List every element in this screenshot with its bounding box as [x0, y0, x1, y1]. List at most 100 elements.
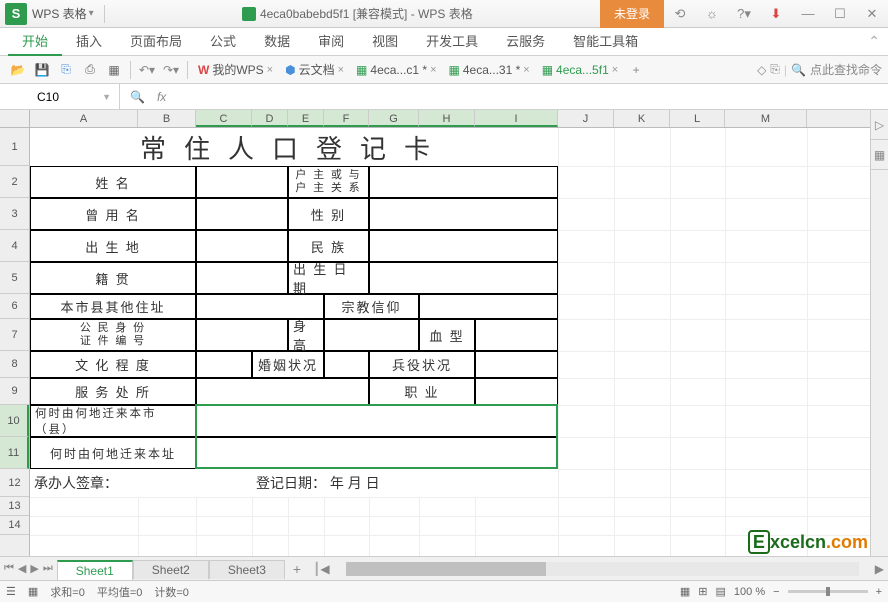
col-header-K[interactable]: K — [614, 110, 670, 127]
menu-view[interactable]: 视图 — [358, 28, 412, 56]
row-header-10[interactable]: 10 — [0, 405, 29, 437]
input-oldname[interactable] — [196, 198, 288, 230]
input-birthplace[interactable] — [196, 230, 288, 262]
tab-close-icon[interactable]: × — [267, 64, 273, 76]
doctab-3[interactable]: ▦4eca...5f1× — [536, 63, 625, 77]
print-icon[interactable]: ⎙ — [80, 60, 100, 80]
search-placeholder[interactable]: 点此查找命令 — [810, 61, 882, 78]
preview-icon[interactable]: ▦ — [104, 60, 124, 80]
horizontal-scrollbar[interactable] — [346, 562, 859, 576]
label-edu[interactable]: 文 化 程 度 — [30, 351, 196, 378]
update-icon[interactable]: ⬇ — [760, 0, 792, 28]
input-name[interactable] — [196, 166, 288, 198]
menu-data[interactable]: 数据 — [250, 28, 304, 56]
zoom-in-icon[interactable]: + — [876, 586, 882, 598]
label-marriage[interactable]: 婚姻状况 — [252, 351, 324, 378]
tab-close-icon[interactable]: × — [430, 64, 436, 76]
sync-icon[interactable]: ⟲ — [664, 0, 696, 28]
row-header-6[interactable]: 6 — [0, 294, 29, 319]
label-job[interactable]: 职 业 — [369, 378, 475, 405]
col-header-M[interactable]: M — [725, 110, 807, 127]
menu-dev[interactable]: 开发工具 — [412, 28, 492, 56]
tab-close-icon[interactable]: × — [523, 64, 529, 76]
app-dropdown-icon[interactable]: ▾ — [89, 8, 94, 19]
help-icon[interactable]: ?▾ — [728, 0, 760, 28]
input-military[interactable] — [475, 351, 558, 378]
view-page-icon[interactable]: ⊞ — [698, 585, 707, 598]
col-header-C[interactable]: C — [196, 110, 252, 127]
row-header-13[interactable]: 13 — [0, 497, 29, 516]
sheet-first-icon[interactable]: ⏮ — [4, 562, 14, 575]
row-header-11[interactable]: 11 — [0, 437, 29, 469]
copy-icon[interactable]: ⎘ — [770, 62, 780, 77]
add-sheet-button[interactable]: + — [285, 559, 309, 579]
cells-area[interactable]: 常住人口登记卡姓 名户 主 或 与 户 主 关 系曾 用 名性 别出 生 地民 … — [30, 128, 888, 556]
input-blood[interactable] — [475, 319, 558, 351]
sidebar-tool-icon[interactable]: ▦ — [871, 140, 888, 170]
name-box[interactable]: ▼ — [0, 84, 120, 109]
save-icon[interactable]: 💾 — [32, 60, 52, 80]
input-marriage[interactable] — [324, 351, 369, 378]
label-workplace[interactable]: 服 务 处 所 — [30, 378, 196, 405]
label-name[interactable]: 姓 名 — [30, 166, 196, 198]
sheet-last-icon[interactable]: ⏭ — [43, 562, 53, 575]
zoom-out-icon[interactable]: − — [773, 586, 779, 598]
sheet-next-icon[interactable]: ▶ — [30, 562, 38, 575]
label-military[interactable]: 兵役状况 — [369, 351, 475, 378]
settings-icon[interactable]: ☼ — [696, 0, 728, 28]
minimize-button[interactable]: — — [792, 0, 824, 28]
menu-layout[interactable]: 页面布局 — [116, 28, 196, 56]
form-title[interactable]: 常住人口登记卡 — [30, 128, 558, 166]
doctab-2[interactable]: ▦4eca...31 *× — [443, 63, 536, 77]
col-header-B[interactable]: B — [138, 110, 196, 127]
row-header-5[interactable]: 5 — [0, 262, 29, 294]
select-all-corner[interactable] — [0, 110, 30, 127]
label-otheraddr[interactable]: 本市县其他住址 — [30, 294, 196, 319]
sidebar-close-icon[interactable]: ▷ — [871, 110, 888, 140]
sheet-tab-2[interactable]: Sheet2 — [133, 560, 209, 579]
label-sex[interactable]: 性 别 — [288, 198, 369, 230]
input-job[interactable] — [475, 378, 558, 405]
input-height[interactable] — [324, 319, 419, 351]
input-edu[interactable] — [196, 351, 252, 378]
col-header-J[interactable]: J — [558, 110, 614, 127]
input-workplace[interactable] — [196, 378, 369, 405]
col-header-A[interactable]: A — [30, 110, 138, 127]
sheet-tab-1[interactable]: Sheet1 — [57, 560, 133, 580]
col-header-E[interactable]: E — [288, 110, 324, 127]
col-header-L[interactable]: L — [670, 110, 725, 127]
export-icon[interactable]: ⎘ — [56, 60, 76, 80]
login-button[interactable]: 未登录 — [600, 0, 664, 28]
row-header-2[interactable]: 2 — [0, 166, 29, 198]
input-moveaddr[interactable] — [196, 437, 558, 469]
scroll-left-icon[interactable]: ◀ — [320, 562, 329, 576]
sheet-prev-icon[interactable]: ◀ — [18, 562, 26, 575]
menu-tools[interactable]: 智能工具箱 — [559, 28, 652, 56]
input-sex[interactable] — [369, 198, 558, 230]
menu-cloud[interactable]: 云服务 — [492, 28, 559, 56]
input-religion[interactable] — [419, 294, 558, 319]
label-blood[interactable]: 血 型 — [419, 319, 475, 351]
col-header-F[interactable]: F — [324, 110, 369, 127]
label-relation[interactable]: 户 主 或 与 户 主 关 系 — [288, 166, 369, 198]
input-relation[interactable] — [369, 166, 558, 198]
col-header-G[interactable]: G — [369, 110, 419, 127]
menu-start[interactable]: 开始 — [8, 28, 62, 56]
input-nation[interactable] — [369, 230, 558, 262]
zoom-value[interactable]: 100 % — [734, 586, 765, 598]
input-movecity[interactable] — [196, 405, 558, 437]
row-header-7[interactable]: 7 — [0, 319, 29, 351]
doctab-1[interactable]: ▦4eca...c1 *× — [350, 63, 442, 77]
label-regdate[interactable]: 登记日期： 年 月 日 — [252, 469, 558, 497]
split-handle[interactable]: ┃ — [313, 562, 320, 576]
tab-close-icon[interactable]: × — [612, 64, 618, 76]
scroll-right-icon[interactable]: ▶ — [875, 562, 884, 576]
label-signer[interactable]: 承办人签章： — [30, 469, 252, 497]
name-box-input[interactable] — [8, 89, 88, 105]
zoom-thumb[interactable] — [826, 587, 830, 596]
label-birthdate[interactable]: 出 生 日 期 — [288, 262, 369, 294]
input-native[interactable] — [196, 262, 288, 294]
row-header-4[interactable]: 4 — [0, 230, 29, 262]
status-view-icon[interactable]: ▦ — [28, 585, 38, 598]
menu-review[interactable]: 审阅 — [304, 28, 358, 56]
